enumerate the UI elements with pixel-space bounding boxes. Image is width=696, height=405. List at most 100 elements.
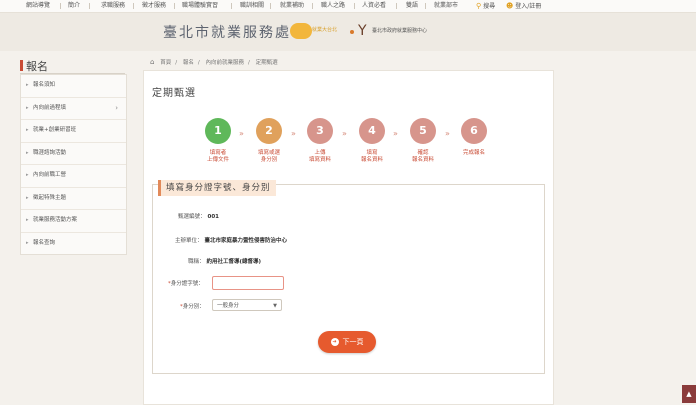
center-logo[interactable]: Y [358, 23, 370, 39]
search-label: 搜尋 [483, 3, 496, 10]
back-to-top-button[interactable]: ▲ [682, 385, 696, 403]
section-title: 填寫身分證字號、身分別 [158, 180, 276, 196]
chevron-right-icon: › [115, 103, 118, 112]
step-label: 填寫者 上傳文件 [206, 150, 229, 163]
chevron-down-icon: ▼ [273, 303, 277, 309]
step-circle: 3 [307, 118, 333, 144]
sidebar-item-label: 內向前職工營 [33, 172, 67, 178]
step-circle: 1 [205, 118, 231, 144]
step-circle: 6 [461, 118, 487, 144]
nav-item-site-map[interactable]: 網站導覽 [26, 0, 50, 12]
step-label: 上傳 填寫資料 [308, 150, 331, 163]
form-row-position: 職稱： 約用社工督導(總督導) [188, 257, 261, 265]
step-3: 3 上傳 填寫資料 [305, 118, 335, 164]
breadcrumb: ⌂ 首頁 / 報名 / 內向前就業服務 / 定期甄選 [150, 58, 282, 68]
logo-separator-dot [350, 30, 354, 34]
breadcrumb-item[interactable]: 內向前就業服務 [205, 60, 244, 66]
employment-logo[interactable] [290, 23, 312, 39]
page-title: 定期甄選 [152, 88, 196, 99]
nav-item-bilingual[interactable]: 雙語 [406, 0, 418, 12]
field-value: 001 [207, 214, 219, 220]
step-2: 2 填寫或選 身分別 [254, 118, 284, 164]
sidebar-heading: 報名 [26, 60, 48, 73]
nav-separator [312, 3, 313, 9]
top-navigation: 網站導覽 簡介 求職服務 徵才服務 職場體驗實習 職訓相關 就業補助 職人之路 … [0, 0, 696, 13]
sidebar-item-query[interactable]: 報名查詢 [21, 233, 126, 255]
sidebar-item-programs[interactable]: 就業服務活動方案 [21, 210, 126, 233]
step-label: 完成報名 [462, 150, 485, 156]
sidebar-item-workshop[interactable]: 就業+創業研習班 [21, 120, 126, 143]
next-page-button[interactable]: ➜ 下一頁 [318, 331, 376, 353]
breadcrumb-separator: / [197, 60, 200, 66]
sidebar-item-notice[interactable]: 報名須知 [21, 75, 126, 98]
nav-item-about[interactable]: 簡介 [68, 0, 80, 12]
login-label: 登入/註冊 [515, 3, 542, 10]
field-label: 甄選編號： [178, 214, 206, 220]
sidebar-item-label: 徵起特殊主題 [33, 194, 67, 201]
nav-item-internship[interactable]: 職場體驗實習 [182, 0, 218, 12]
step-circle: 4 [359, 118, 385, 144]
nav-separator [270, 3, 271, 9]
step-label: 填寫 報名資料 [360, 150, 383, 163]
sidebar-header: 報名 [20, 57, 125, 74]
user-icon: ☻ [506, 2, 514, 10]
nav-item-job-seeker[interactable]: 求職服務 [101, 0, 125, 12]
sidebar-header-accent [20, 60, 23, 71]
nav-separator [174, 3, 175, 9]
site-banner: 臺北市就業服務處 就業大台北 Y 臺北市政府就業服務中心 [0, 13, 696, 51]
nav-item-career-path[interactable]: 職人之路 [321, 0, 345, 12]
step-label: 確認 報名資料 [411, 150, 434, 163]
identity-selected: 一般身分 [217, 303, 240, 309]
step-circle: 2 [256, 118, 282, 144]
sidebar-item-label: 職涯諮詢活動 [33, 149, 67, 156]
field-value: 約用社工督導(總督導) [206, 259, 262, 265]
nav-item-city[interactable]: 就業部市 [434, 0, 458, 12]
form-row-exam-no: 甄選編號： 001 [178, 212, 219, 220]
breadcrumb-item: 定期甄選 [255, 60, 278, 66]
field-value: 臺北市家庭暴力暨性侵害防治中心 [204, 238, 288, 244]
employment-logo-text: 就業大台北 [312, 27, 338, 33]
arrow-right-icon: ➜ [330, 338, 339, 346]
chevron-right-icon: » [239, 129, 244, 138]
nav-item-employer[interactable]: 徵才服務 [142, 0, 166, 12]
breadcrumb-separator: / [175, 60, 178, 66]
home-icon[interactable]: ⌂ [150, 58, 154, 66]
sidebar-item-career[interactable]: 職涯諮詢活動 [21, 143, 126, 165]
sidebar-item-camp[interactable]: 內向前職工營 [21, 165, 126, 188]
search-link[interactable]: ⚲ 搜尋 [476, 0, 495, 12]
identity-label: *身分別： [180, 304, 205, 310]
sidebar-menu: 報名須知 內向前過程填 › 就業+創業研習班 職涯諮詢活動 內向前職工營 徵起特殊… [20, 74, 127, 255]
chevron-right-icon: » [342, 129, 347, 138]
search-icon: ⚲ [476, 2, 482, 10]
step-label: 填寫或選 身分別 [257, 150, 280, 163]
step-6: 6 完成報名 [459, 118, 489, 157]
nav-item-training[interactable]: 職訓相關 [240, 0, 264, 12]
identity-select[interactable]: 一般身分 ▼ [212, 299, 282, 311]
breadcrumb-item[interactable]: 首頁 [160, 60, 171, 66]
sidebar-item-label: 報名查詢 [33, 239, 56, 246]
breadcrumb-item[interactable]: 報名 [183, 60, 194, 66]
login-link[interactable]: ☻ 登入/註冊 [506, 0, 541, 12]
step-5: 5 確認 報名資料 [408, 118, 438, 164]
sidebar-item-label: 就業+創業研習班 [33, 127, 77, 133]
nav-item-subsidy[interactable]: 就業補助 [280, 0, 304, 12]
sidebar-item-label: 就業服務活動方案 [33, 217, 78, 223]
nav-separator [60, 3, 61, 9]
sidebar: 報名 報名須知 內向前過程填 › 就業+創業研習班 職涯諮詢活動 內向前職工營 徵… [20, 57, 127, 255]
nav-separator [133, 3, 134, 9]
step-1: 1 填寫者 上傳文件 [203, 118, 233, 164]
site-title[interactable]: 臺北市就業服務處 [163, 22, 291, 42]
step-4: 4 填寫 報名資料 [357, 118, 387, 164]
chevron-right-icon: » [291, 129, 296, 138]
id-number-input[interactable] [212, 276, 284, 290]
step-circle: 5 [410, 118, 436, 144]
center-logo-text: 臺北市政府就業服務中心 [372, 28, 428, 34]
sidebar-item-label: 內向前過程填 [33, 104, 67, 111]
nav-separator [354, 3, 355, 9]
breadcrumb-separator: / [247, 60, 250, 66]
sidebar-item-special[interactable]: 徵起特殊主題 [21, 188, 126, 210]
nav-item-hr[interactable]: 人資必看 [362, 0, 386, 12]
chevron-right-icon: » [445, 129, 450, 138]
sidebar-item-label: 報名須知 [33, 82, 56, 88]
sidebar-item-process[interactable]: 內向前過程填 › [21, 98, 126, 120]
